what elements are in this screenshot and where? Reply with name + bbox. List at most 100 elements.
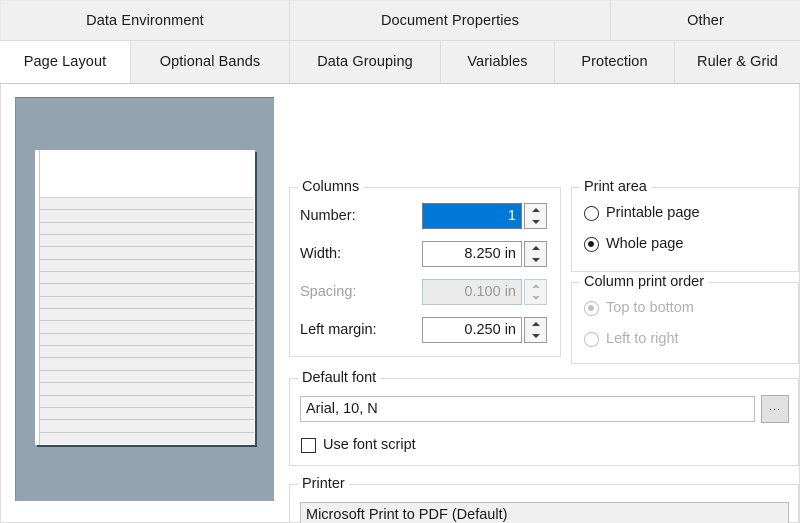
spin-up-icon	[525, 280, 546, 292]
print-area-group-title: Print area	[580, 179, 651, 195]
page-preview-band	[40, 246, 254, 259]
columns-spacing-spinner: 0.100 in	[422, 279, 547, 305]
tab-ruler-and-grid[interactable]: Ruler & Grid	[675, 41, 800, 84]
radio-label: Whole page	[606, 236, 684, 252]
page-preview-sheet	[35, 150, 255, 445]
page-preview-band	[40, 419, 254, 432]
columns-number-input[interactable]: 1	[422, 203, 522, 229]
page-preview-band	[40, 209, 254, 222]
columns-left-margin-row: Left margin: 0.250 in	[300, 317, 552, 343]
columns-width-input[interactable]: 8.250 in	[422, 241, 522, 267]
radio-label: Left to right	[606, 331, 679, 347]
tab-optional-bands[interactable]: Optional Bands	[131, 41, 290, 84]
columns-number-spin-buttons[interactable]	[524, 203, 547, 229]
columns-number-row: Number: 1	[300, 203, 552, 229]
checkbox-icon[interactable]	[301, 437, 316, 453]
radio-icon	[584, 331, 599, 347]
columns-group-title: Columns	[298, 179, 364, 195]
columns-spacing-row: Spacing: 0.100 in	[300, 279, 552, 305]
tab-other[interactable]: Other	[611, 0, 800, 41]
columns-left-margin-spinner[interactable]: 0.250 in	[422, 317, 547, 343]
page-layout-dialog: Data Environment Document Properties Oth…	[0, 0, 800, 523]
default-font-browse-button[interactable]: ...	[761, 395, 789, 423]
page-preview-band	[40, 283, 254, 296]
page-preview-panel[interactable]	[15, 97, 274, 501]
page-preview-band	[40, 369, 254, 383]
tab-row-secondary: Page Layout Optional Bands Data Grouping…	[0, 41, 800, 84]
tab-data-grouping[interactable]: Data Grouping	[290, 41, 441, 84]
columns-number-spinner[interactable]: 1	[422, 203, 547, 229]
tab-label: Data Environment	[86, 12, 204, 29]
tab-label: Other	[687, 12, 724, 29]
tab-document-properties[interactable]: Document Properties	[290, 0, 611, 41]
tab-label: Variables	[467, 54, 528, 70]
tab-label: Ruler & Grid	[697, 54, 778, 70]
spin-up-icon[interactable]	[525, 204, 546, 216]
radio-top-to-bottom: Top to bottom	[584, 297, 694, 319]
columns-left-margin-input[interactable]: 0.250 in	[422, 317, 522, 343]
tab-content-page-layout: Columns Number: 1 Width: 8.250 in Spacin…	[0, 84, 800, 523]
radio-label: Printable page	[606, 205, 700, 221]
page-preview-band	[40, 197, 254, 210]
radio-whole-page[interactable]: Whole page	[584, 233, 683, 255]
tab-label: Page Layout	[23, 54, 107, 70]
tab-label: Data Grouping	[317, 54, 413, 70]
radio-printable-page[interactable]: Printable page	[584, 202, 700, 224]
tab-label: Protection	[581, 54, 648, 70]
page-preview-band	[40, 431, 254, 444]
page-preview-band	[40, 295, 254, 309]
default-font-group: Default font Arial, 10, N ... Use font s…	[289, 370, 799, 466]
radio-left-to-right: Left to right	[584, 328, 679, 350]
page-preview-band	[40, 332, 254, 346]
columns-width-row: Width: 8.250 in	[300, 241, 552, 267]
default-font-group-title: Default font	[298, 370, 381, 386]
columns-left-margin-label: Left margin:	[300, 322, 377, 338]
page-preview-band	[40, 394, 254, 407]
tab-data-environment[interactable]: Data Environment	[0, 0, 290, 41]
tab-variables[interactable]: Variables	[441, 41, 555, 84]
tab-protection[interactable]: Protection	[555, 41, 675, 84]
columns-left-margin-spin-buttons[interactable]	[524, 317, 547, 343]
page-preview-bands	[40, 197, 254, 444]
spin-up-icon[interactable]	[525, 318, 546, 330]
page-preview-band	[40, 308, 254, 321]
checkbox-label: Use font script	[323, 437, 416, 453]
tab-label: Optional Bands	[159, 54, 261, 70]
page-preview-band	[40, 345, 254, 358]
default-font-input[interactable]: Arial, 10, N	[300, 396, 755, 422]
printer-group-title: Printer	[298, 476, 349, 492]
print-area-group: Print area Printable page Whole page	[571, 179, 799, 272]
columns-number-label: Number:	[300, 208, 356, 224]
spin-down-icon[interactable]	[525, 216, 546, 228]
page-preview-band	[40, 382, 254, 395]
tab-strip: Data Environment Document Properties Oth…	[0, 0, 800, 84]
column-print-order-group-title: Column print order	[580, 274, 709, 290]
page-preview-band	[40, 320, 254, 333]
tab-row-primary: Data Environment Document Properties Oth…	[0, 0, 800, 41]
radio-icon[interactable]	[584, 236, 599, 252]
page-preview-band	[40, 406, 254, 420]
spin-down-icon[interactable]	[525, 254, 546, 266]
columns-width-label: Width:	[300, 246, 342, 262]
page-preview-band	[40, 258, 254, 272]
radio-icon[interactable]	[584, 205, 599, 221]
spin-up-icon[interactable]	[525, 242, 546, 254]
tab-label: Document Properties	[380, 12, 520, 29]
radio-icon	[584, 300, 599, 316]
tab-page-layout[interactable]: Page Layout	[0, 41, 131, 84]
columns-group: Columns Number: 1 Width: 8.250 in Spacin…	[289, 179, 561, 357]
page-preview-band	[40, 357, 254, 370]
spin-down-icon	[525, 292, 546, 304]
spin-down-icon[interactable]	[525, 330, 546, 342]
page-preview-band	[40, 221, 254, 235]
radio-label: Top to bottom	[606, 300, 694, 316]
page-preview-band	[40, 271, 254, 284]
checkbox-use-font-script[interactable]: Use font script	[301, 434, 416, 456]
columns-spacing-label: Spacing:	[300, 284, 357, 300]
page-preview-band	[40, 234, 254, 247]
printer-group: Printer Microsoft Print to PDF (Default)…	[289, 476, 799, 523]
columns-width-spinner[interactable]: 8.250 in	[422, 241, 547, 267]
columns-spacing-spin-buttons	[524, 279, 547, 305]
columns-spacing-input: 0.100 in	[422, 279, 522, 305]
columns-width-spin-buttons[interactable]	[524, 241, 547, 267]
